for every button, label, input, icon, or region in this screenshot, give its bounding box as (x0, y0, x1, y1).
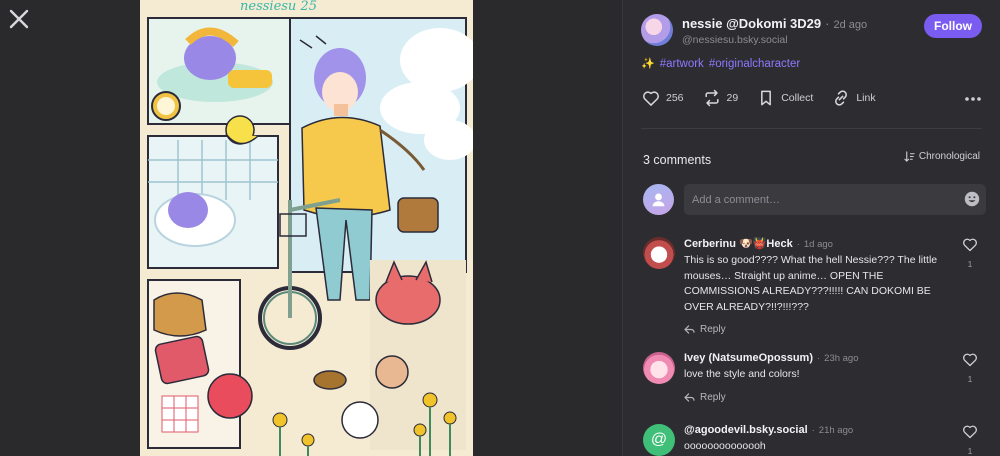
like-button[interactable]: 256 (641, 88, 684, 108)
like-count: 256 (666, 92, 684, 104)
comment-item: @ @agoodevil.bsky.social · 21h ago ooooooo… (643, 424, 980, 456)
comment-time: 21h ago (818, 425, 854, 436)
author-avatar[interactable] (641, 14, 673, 46)
link-label: Link (856, 92, 876, 104)
author-name[interactable]: nessie @Dokomi 3D29 (682, 16, 821, 31)
comment-like-count: 1 (967, 374, 973, 384)
artwork-image[interactable]: nessiesu 25 (140, 0, 473, 456)
dot-separator: · (816, 353, 821, 364)
reply-label: Reply (700, 324, 726, 335)
comments-count: 3 comments (643, 153, 712, 167)
author-name-row: nessie @Dokomi 3D29 · 2d ago (682, 16, 867, 31)
comments-header: 3 comments Chronological (643, 151, 980, 167)
comment-author[interactable]: @agoodevil.bsky.social (684, 424, 808, 436)
comment-text: oooooooooooooh (684, 440, 766, 452)
comment-item: Cerberinu 🐶👹Heck · 1d ago This is so good?… (643, 237, 980, 337)
comment-input[interactable] (684, 184, 986, 215)
reply-button[interactable]: Reply (684, 324, 944, 335)
link-icon (835, 90, 848, 106)
reply-arrow-icon (684, 325, 695, 334)
commenter-avatar[interactable] (643, 237, 675, 269)
commenter-avatar[interactable] (643, 352, 675, 384)
tag-originalcharacter[interactable]: #originalcharacter (709, 58, 800, 70)
dot-separator: · (796, 239, 800, 250)
more-options-button[interactable] (964, 89, 982, 107)
post-panel: nessie @Dokomi 3D29 · 2d ago @nessiesu.bsk… (622, 0, 1000, 456)
comment-author-row: @agoodevil.bsky.social · 21h ago (684, 424, 944, 436)
comment-like-count: 1 (967, 259, 973, 269)
bookmark-icon (761, 90, 772, 106)
collect-button[interactable]: Collect (756, 88, 813, 108)
reply-arrow-icon (684, 392, 695, 402)
heart-icon (963, 238, 977, 252)
repost-count: 29 (726, 92, 739, 104)
divider (641, 128, 982, 129)
comment-time: 23h ago (824, 353, 859, 364)
comment-composer (643, 183, 986, 215)
artwork-signature: nessiesu 25 (240, 0, 317, 14)
tag-artwork[interactable]: #artwork (660, 58, 704, 70)
reply-label: Reply (700, 391, 726, 403)
user-icon (652, 193, 665, 207)
close-icon (9, 9, 29, 29)
comment-like-button[interactable]: 1 (960, 424, 980, 456)
comment-like-button[interactable]: 1 (960, 237, 980, 269)
collect-label: Collect (781, 92, 814, 104)
comment-body: Cerberinu 🐶👹Heck · 1d ago This is so good?… (684, 237, 944, 335)
comment-author-row: Ivey (NatsumeOpossum) · 23h ago (684, 352, 944, 364)
post-actions: 256 29 Collect Link (641, 86, 982, 110)
post-header: nessie @Dokomi 3D29 · 2d ago @nessiesu.bsk… (641, 14, 982, 50)
post-tags: ✨ #artwork #originalcharacter (641, 57, 800, 71)
comment-text: This is so good???? What the hell Nessie… (684, 254, 938, 313)
commenter-avatar[interactable]: @ (643, 424, 675, 456)
reply-button[interactable]: Reply (684, 392, 944, 403)
post-time: 2d ago (833, 19, 868, 31)
more-dots-icon (965, 97, 981, 101)
comment-author-row: Cerberinu 🐶👹Heck · 1d ago (684, 237, 944, 250)
sort-icon (904, 151, 915, 162)
artwork-illustration: nessiesu 25 (140, 0, 473, 456)
comment-author[interactable]: Cerberinu 🐶👹Heck (684, 238, 793, 250)
author-handle: @nessiesu.bsky.social (682, 34, 788, 46)
comment-like-count: 1 (967, 446, 973, 456)
dot-separator: · (825, 16, 830, 31)
comment-text: love the style and colors! (684, 368, 800, 380)
comment-body: @agoodevil.bsky.social · 21h ago ooooooooo… (684, 424, 944, 455)
heart-icon (963, 353, 977, 367)
dot-separator: · (811, 425, 815, 436)
comment-body: Ivey (NatsumeOpossum) · 23h ago love the s… (684, 352, 944, 403)
comment-author[interactable]: Ivey (NatsumeOpossum) (684, 352, 813, 364)
image-viewer: nessiesu 25 (0, 0, 622, 456)
heart-icon (643, 91, 659, 106)
close-button[interactable] (8, 8, 30, 30)
sort-button[interactable]: Chronological (904, 151, 980, 162)
comment-time: 1d ago (803, 239, 833, 250)
comment-like-button[interactable]: 1 (960, 352, 980, 384)
follow-button[interactable]: Follow (924, 14, 982, 38)
emoji-icon[interactable] (964, 191, 980, 207)
sparkle-emoji: ✨ (641, 58, 655, 70)
comment-item: Ivey (NatsumeOpossum) · 23h ago love the s… (643, 352, 980, 408)
user-avatar (643, 184, 674, 215)
sort-label: Chronological (918, 151, 980, 162)
repost-button[interactable]: 29 (702, 88, 739, 108)
repost-icon (704, 89, 719, 107)
link-button[interactable]: Link (831, 88, 876, 108)
heart-icon (963, 425, 977, 439)
